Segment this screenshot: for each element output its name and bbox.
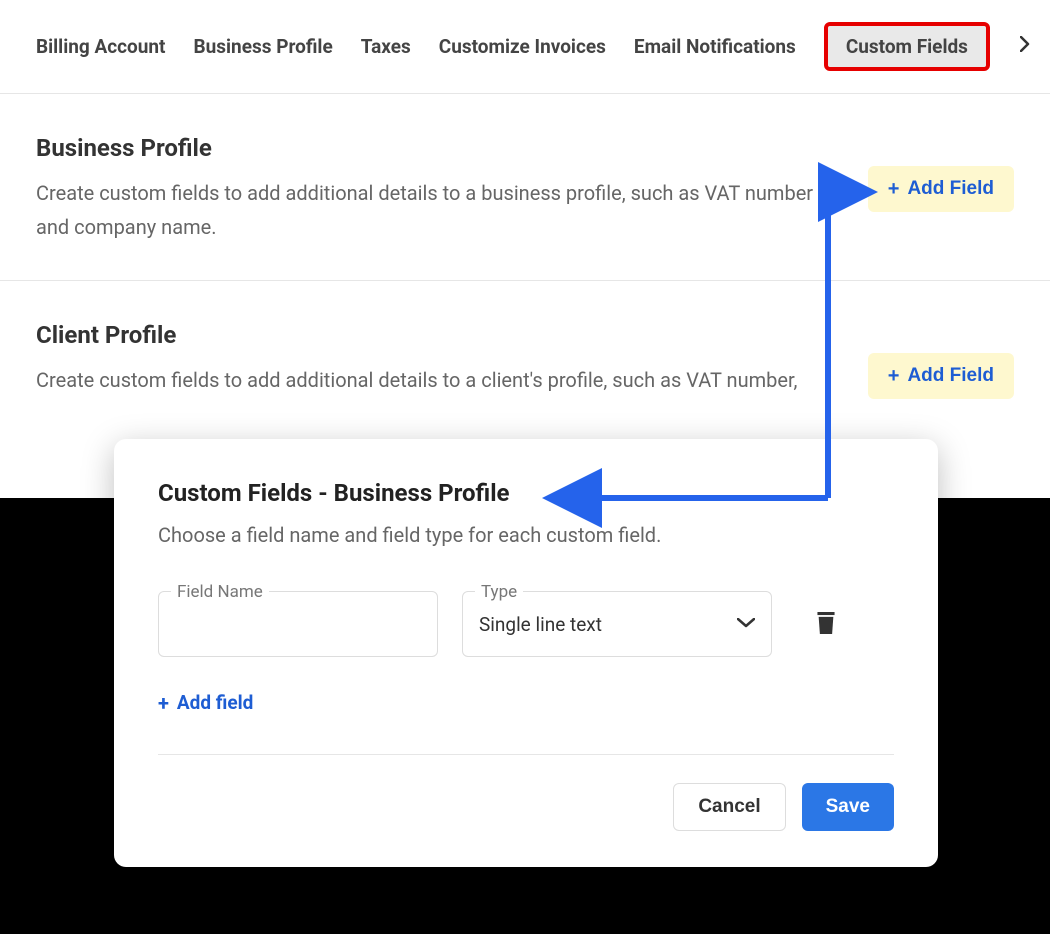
field-name-label: Field Name (171, 582, 269, 602)
plus-icon: + (888, 179, 900, 199)
section-title-client: Client Profile (36, 321, 816, 349)
custom-fields-dialog: Custom Fields - Business Profile Choose … (114, 439, 938, 867)
section-client-profile: Client Profile Create custom fields to a… (0, 281, 1050, 435)
dialog-description: Choose a field name and field type for e… (158, 523, 894, 547)
add-field-label: Add Field (907, 178, 994, 200)
field-row: Field Name Type Single line text (158, 591, 894, 657)
trash-icon (816, 612, 836, 634)
section-title-business: Business Profile (36, 134, 816, 162)
field-type-value: Single line text (479, 613, 602, 636)
add-field-link[interactable]: + Add field (158, 691, 253, 714)
field-type-label: Type (475, 582, 523, 602)
tabs-bar: Billing Account Business Profile Taxes C… (0, 0, 1050, 94)
dialog-footer: Cancel Save (158, 783, 894, 831)
section-text: Business Profile Create custom fields to… (36, 134, 816, 244)
chevron-down-icon (737, 616, 755, 632)
cancel-button[interactable]: Cancel (673, 783, 785, 831)
tab-custom-fields[interactable]: Custom Fields (824, 22, 990, 71)
dialog-title: Custom Fields - Business Profile (158, 479, 894, 507)
field-type-group: Type Single line text (462, 591, 772, 657)
dialog-divider (158, 754, 894, 755)
tab-billing-account[interactable]: Billing Account (36, 35, 165, 58)
tab-taxes[interactable]: Taxes (361, 35, 411, 58)
plus-icon: + (888, 366, 900, 386)
delete-field-button[interactable] (816, 612, 840, 636)
section-desc-business: Create custom fields to add additional d… (36, 176, 816, 244)
section-text: Client Profile Create custom fields to a… (36, 321, 816, 397)
field-type-select[interactable]: Single line text (479, 613, 755, 636)
tab-email-notifications[interactable]: Email Notifications (634, 35, 796, 58)
tab-customize-invoices[interactable]: Customize Invoices (439, 35, 606, 58)
section-desc-client: Create custom fields to add additional d… (36, 363, 816, 397)
field-name-group: Field Name (158, 591, 438, 657)
add-field-label: Add Field (907, 365, 994, 387)
add-field-button-client[interactable]: + Add Field (868, 353, 1014, 399)
section-business-profile: Business Profile Create custom fields to… (0, 94, 1050, 281)
add-field-link-label: Add field (177, 691, 253, 714)
field-name-input[interactable] (175, 613, 421, 635)
chevron-right-icon[interactable] (1020, 36, 1030, 57)
page-container: Billing Account Business Profile Taxes C… (0, 0, 1050, 498)
save-button[interactable]: Save (802, 783, 894, 831)
plus-icon: + (158, 693, 169, 713)
add-field-button-business[interactable]: + Add Field (868, 166, 1014, 212)
tab-business-profile[interactable]: Business Profile (193, 35, 332, 58)
